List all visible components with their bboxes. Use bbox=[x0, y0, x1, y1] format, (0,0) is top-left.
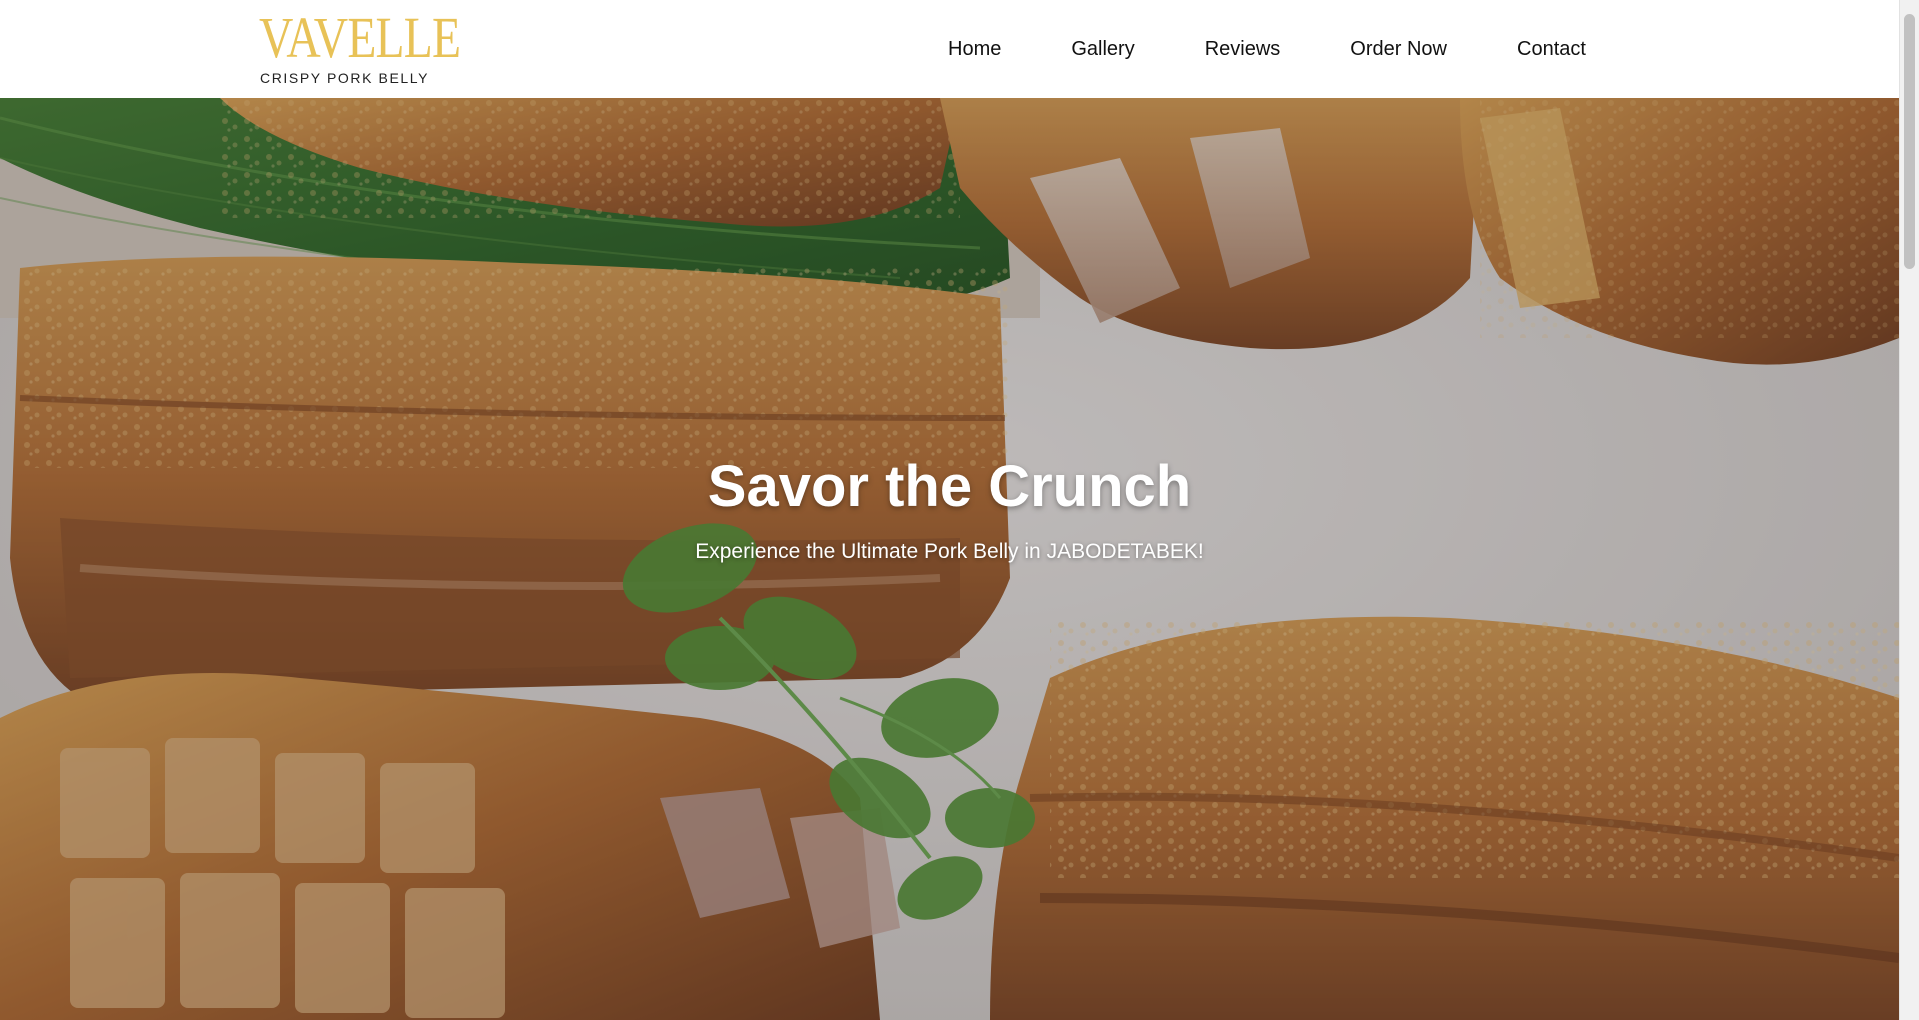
nav-home-link[interactable]: Home bbox=[948, 38, 1001, 61]
hero-title: Savor the Crunch bbox=[707, 454, 1192, 519]
hero-subtitle: Experience the Ultimate Pork Belly in JA… bbox=[695, 540, 1204, 563]
brand-name: VAVELLE bbox=[259, 5, 461, 70]
main-nav: Home Gallery Reviews Order Now Contact bbox=[948, 0, 1586, 98]
site-header: VAVELLE CRISPY PORK BELLY Home Gallery R… bbox=[0, 0, 1899, 98]
page: VAVELLE CRISPY PORK BELLY Home Gallery R… bbox=[0, 0, 1919, 1020]
nav-contact-link[interactable]: Contact bbox=[1517, 38, 1586, 61]
scrollbar-thumb[interactable] bbox=[1904, 14, 1915, 269]
brand-tagline: CRISPY PORK BELLY bbox=[260, 70, 430, 86]
hero-section: Savor the Crunch Experience the Ultimate… bbox=[0, 98, 1899, 1020]
nav-order-now-link[interactable]: Order Now bbox=[1350, 38, 1447, 61]
page-scrollbar[interactable] bbox=[1899, 0, 1919, 1020]
nav-gallery-link[interactable]: Gallery bbox=[1071, 38, 1134, 61]
brand-logo[interactable]: VAVELLE CRISPY PORK BELLY bbox=[259, 8, 464, 88]
nav-reviews-link[interactable]: Reviews bbox=[1205, 38, 1281, 61]
